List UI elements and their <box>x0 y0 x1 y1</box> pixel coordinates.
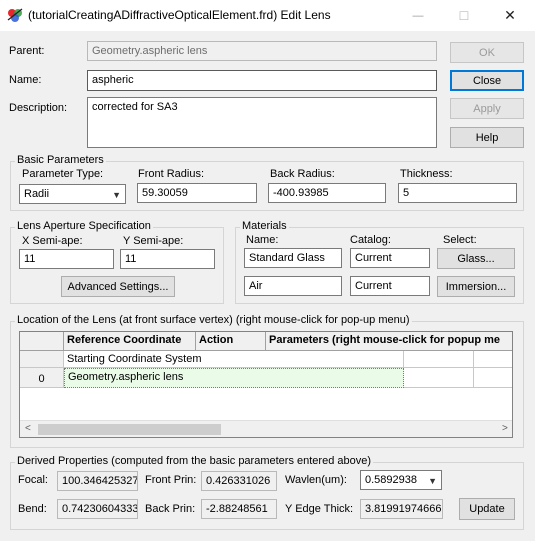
y-edge-thick-label: Y Edge Thick: <box>285 503 354 515</box>
wavlen-label: Wavlen(um): <box>285 474 347 486</box>
derived-title: Derived Properties (computed from the ba… <box>15 455 374 467</box>
bend-value: 0.74230604333 <box>57 499 138 519</box>
location-title: Location of the Lens (at front surface v… <box>15 314 412 326</box>
name-label: Name: <box>9 74 42 86</box>
aperture-title: Lens Aperture Specification <box>15 220 153 232</box>
row-index-cell <box>20 351 64 368</box>
table-row-start-ref[interactable]: Starting Coordinate System <box>64 351 404 368</box>
help-button[interactable]: Help <box>450 127 524 148</box>
thickness-input[interactable]: 5 <box>398 183 517 203</box>
front-radius-label: Front Radius: <box>138 168 205 180</box>
close-icon: ✕ <box>504 7 516 23</box>
parameter-type-select[interactable]: Radii ▼ <box>19 184 126 204</box>
ok-button[interactable]: OK <box>450 42 524 63</box>
column-header-reference[interactable]: Reference Coordinate <box>64 332 196 351</box>
focal-label: Focal: <box>18 474 48 486</box>
description-label: Description: <box>9 102 68 114</box>
front-prin-label: Front Prin: <box>145 474 197 486</box>
y-semi-ape-input[interactable]: 11 <box>120 249 215 269</box>
scroll-left-arrow-icon[interactable]: < <box>25 423 31 434</box>
materials-title: Materials <box>240 220 289 232</box>
minimize-icon: — <box>412 9 424 22</box>
front-radius-input[interactable]: 59.30059 <box>137 183 257 203</box>
maximize-button[interactable]: ☐ <box>441 0 487 31</box>
basic-parameters-title: Basic Parameters <box>15 154 106 166</box>
name-input[interactable]: aspheric <box>87 70 437 91</box>
update-button[interactable]: Update <box>459 498 515 520</box>
title-bar: (tutorialCreatingADiffractiveOpticalElem… <box>0 0 535 31</box>
immersion-catalog-input[interactable]: Current <box>350 276 430 296</box>
minimize-button[interactable]: — <box>395 0 441 31</box>
glass-button[interactable]: Glass... <box>437 248 515 269</box>
focal-value: 100.346425327 <box>57 471 138 491</box>
apply-button[interactable]: Apply <box>450 98 524 119</box>
description-textarea[interactable]: corrected for SA3 <box>87 97 437 148</box>
scrollbar-thumb[interactable] <box>38 424 221 435</box>
back-prin-value: -2.88248561 <box>201 499 277 519</box>
bend-label: Bend: <box>18 503 47 515</box>
glass-catalog-input[interactable]: Current <box>350 248 430 268</box>
chevron-down-icon: ▼ <box>428 476 437 486</box>
advanced-settings-button[interactable]: Advanced Settings... <box>61 276 175 297</box>
table-row-start-cell[interactable] <box>474 351 512 368</box>
back-prin-label: Back Prin: <box>145 503 196 515</box>
row-index-cell: 0 <box>20 368 64 388</box>
x-semi-ape-input[interactable]: 11 <box>19 249 114 269</box>
parameter-type-label: Parameter Type: <box>22 168 104 180</box>
scroll-right-arrow-icon[interactable]: > <box>502 423 508 434</box>
parameter-type-value: Radii <box>24 188 50 200</box>
x-semi-ape-label: X Semi-ape: <box>22 235 83 247</box>
immersion-button[interactable]: Immersion... <box>437 276 515 297</box>
horizontal-scrollbar[interactable]: < > <box>20 420 512 437</box>
table-row-selected-cell[interactable] <box>474 368 512 388</box>
location-table[interactable]: Reference Coordinate Action Parameters (… <box>19 331 513 438</box>
wavelength-select[interactable]: 0.5892938 ▼ <box>360 470 442 490</box>
y-semi-ape-label: Y Semi-ape: <box>123 235 184 247</box>
maximize-icon: ☐ <box>458 8 470 23</box>
glass-name-input[interactable]: Standard Glass <box>244 248 342 268</box>
close-window-button[interactable]: ✕ <box>487 0 533 31</box>
table-row-start-cell[interactable] <box>404 351 474 368</box>
material-name-label: Name: <box>246 234 279 246</box>
front-prin-value: 0.426331026 <box>201 471 277 491</box>
back-radius-input[interactable]: -400.93985 <box>268 183 386 203</box>
material-catalog-label: Catalog: <box>350 234 391 246</box>
app-logo-icon <box>7 8 23 22</box>
parent-label: Parent: <box>9 45 45 57</box>
close-button[interactable]: Close <box>450 70 524 91</box>
y-edge-thick-value: 3.81991974666 <box>360 499 443 519</box>
material-select-label: Select: <box>443 234 477 246</box>
back-radius-label: Back Radius: <box>270 168 335 180</box>
table-row-selected-cell[interactable] <box>404 368 474 388</box>
row-header-corner <box>20 332 64 351</box>
column-header-action[interactable]: Action <box>196 332 266 351</box>
wavelength-value: 0.5892938 <box>365 474 417 486</box>
thickness-label: Thickness: <box>400 168 453 180</box>
chevron-down-icon: ▼ <box>112 190 121 200</box>
column-header-parameters[interactable]: Parameters (right mouse-click for popup … <box>266 332 512 351</box>
parent-field: Geometry.aspheric lens <box>87 41 437 61</box>
table-row-selected-ref[interactable]: Geometry.aspheric lens <box>64 368 404 388</box>
window-title: (tutorialCreatingADiffractiveOpticalElem… <box>28 8 331 22</box>
edit-lens-window: (tutorialCreatingADiffractiveOpticalElem… <box>0 0 535 541</box>
immersion-name-input[interactable]: Air <box>244 276 342 296</box>
